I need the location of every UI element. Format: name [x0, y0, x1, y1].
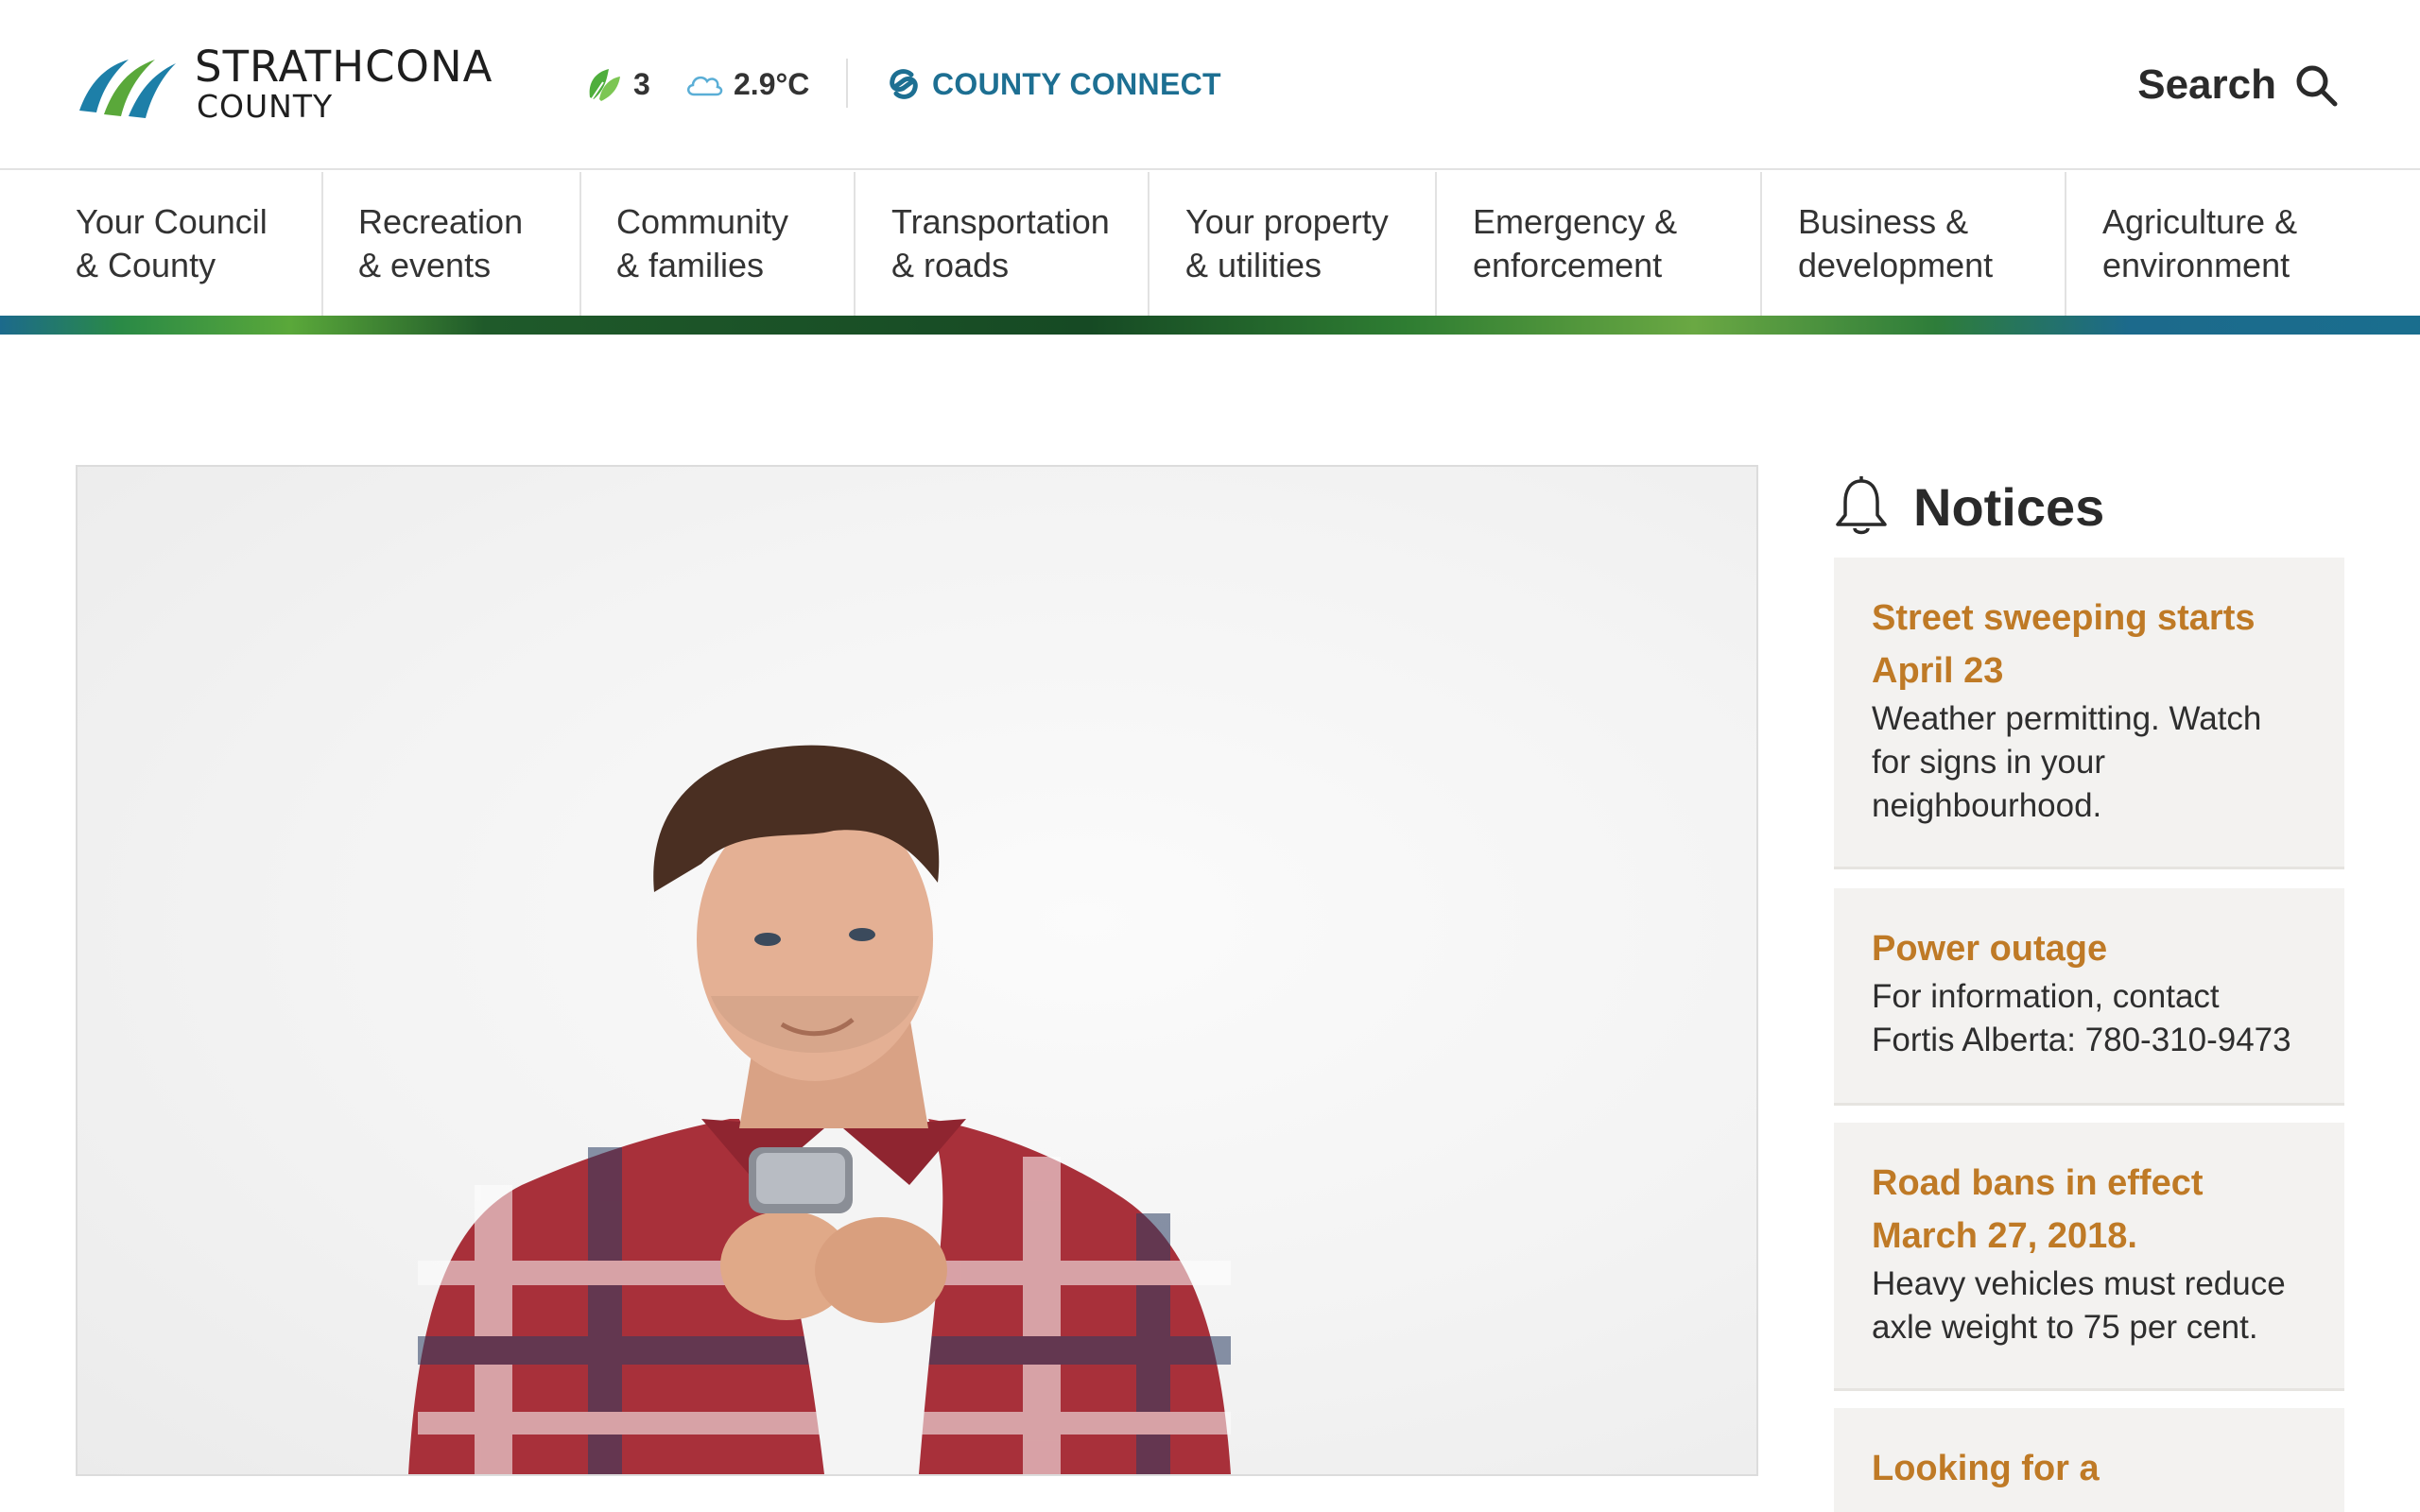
nav-label-line1: Business &: [1798, 202, 1969, 241]
air-quality-value: 3: [633, 66, 650, 101]
air-quality-indicator[interactable]: 3: [584, 64, 650, 104]
nav-color-strip: [0, 316, 2420, 335]
nav-item-emergency-enforcement[interactable]: Emergency & enforcement: [1437, 172, 1762, 316]
nav-item-business-development[interactable]: Business & development: [1762, 172, 2066, 316]
notice-card[interactable]: Power outage For information, contact Fo…: [1834, 888, 2344, 1106]
nav-label-line1: Your Council: [76, 202, 268, 241]
weather-indicator[interactable]: 2.9°C: [684, 64, 809, 104]
nav-label-line2: & utilities: [1185, 246, 1322, 284]
notices-title: Notices: [1913, 476, 2105, 537]
search-label: Search: [2137, 61, 2276, 108]
strathcona-county-logo[interactable]: STRATHCONA COUNTY: [76, 45, 510, 125]
notice-card[interactable]: Street sweeping starts April 23 Weather …: [1834, 558, 2344, 869]
notice-body: For information, contact Fortis Alberta:…: [1872, 978, 2291, 1058]
nav-item-transportation-roads[interactable]: Transportation & roads: [856, 172, 1150, 316]
nav-label-line2: environment: [2102, 246, 2290, 284]
nav-label-line2: enforcement: [1473, 246, 1663, 284]
county-connect-label: COUNTY CONNECT: [932, 66, 1221, 101]
nav-label-line1: Transportation: [891, 202, 1110, 241]
header-divider: [846, 59, 848, 108]
search-icon: [2296, 65, 2338, 107]
nav-label-line2: development: [1798, 246, 1994, 284]
nav-label-line2: & families: [616, 246, 765, 284]
main-navigation: Your Council & County Recreation & event…: [0, 172, 2420, 316]
logo-text-county: COUNTY: [197, 88, 334, 125]
nav-label-line2: & County: [76, 246, 216, 284]
notice-body: Weather permitting. Watch for signs in y…: [1872, 700, 2262, 824]
county-connect-icon: [890, 69, 918, 99]
nav-item-community-families[interactable]: Community & families: [581, 172, 856, 316]
hero-image[interactable]: [76, 465, 1758, 1476]
nav-label-line1: Recreation: [358, 202, 524, 241]
county-connect-link[interactable]: COUNTY CONNECT: [885, 64, 1221, 104]
nav-item-agriculture-environment[interactable]: Agriculture & environment: [2066, 172, 2420, 316]
nav-label-line2: & events: [358, 246, 492, 284]
notice-title: Street sweeping starts April 23: [1872, 598, 2256, 691]
notice-title: Road bans in effect March 27, 2018.: [1872, 1163, 2204, 1256]
hero-photo-person-with-phone: [408, 745, 1231, 1474]
notice-body: Heavy vehicles must reduce axle weight t…: [1872, 1265, 2286, 1346]
nav-item-recreation-events[interactable]: Recreation & events: [323, 172, 581, 316]
nav-label-line1: Community: [616, 202, 789, 241]
notice-title: Looking for a: [1872, 1449, 2100, 1488]
search-button[interactable]: Search: [2137, 59, 2339, 112]
nav-label-line1: Your property: [1185, 202, 1389, 241]
leaf-icon: [589, 69, 620, 101]
site-header: STRATHCONA COUNTY 3 2.9°C COUNTY CONNECT…: [0, 0, 2420, 170]
temperature-value: 2.9°C: [734, 66, 810, 101]
notice-card[interactable]: Looking for a: [1834, 1408, 2344, 1512]
notice-title: Power outage: [1872, 929, 2108, 969]
notices-heading: Notices: [1834, 469, 2104, 544]
nav-label-line2: & roads: [891, 246, 1010, 284]
cloud-icon: [687, 76, 723, 96]
nav-item-council-county[interactable]: Your Council & County: [0, 172, 323, 316]
nav-label-line1: Emergency &: [1473, 202, 1678, 241]
notice-card[interactable]: Road bans in effect March 27, 2018. Heav…: [1834, 1123, 2344, 1391]
nav-label-line1: Agriculture &: [2102, 202, 2298, 241]
nav-item-property-utilities[interactable]: Your property & utilities: [1150, 172, 1437, 316]
logo-text-strathcona: STRATHCONA: [195, 42, 493, 92]
bell-icon: [1836, 476, 1887, 535]
strathcona-swoosh-logo-icon: [79, 60, 176, 118]
